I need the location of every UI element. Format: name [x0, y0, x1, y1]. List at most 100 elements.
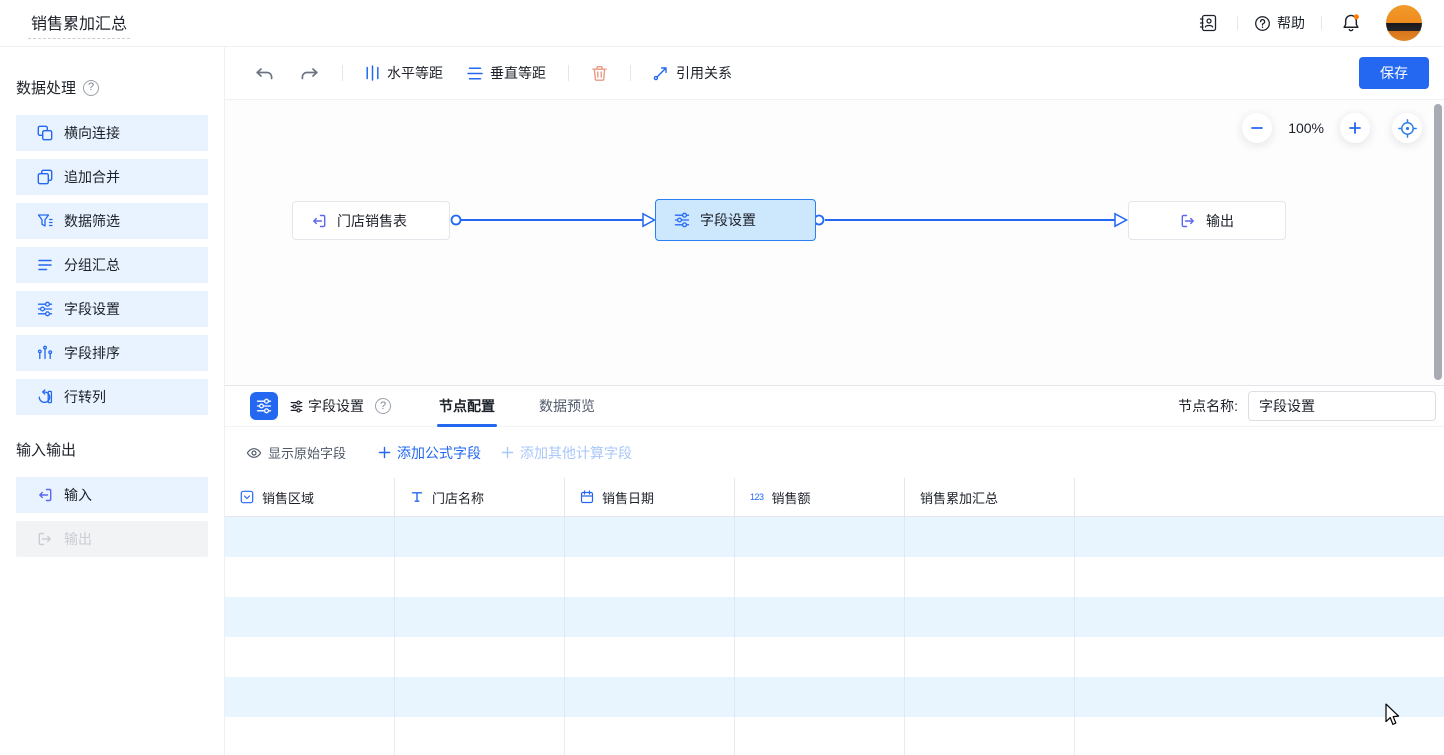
table-cell [1075, 597, 1444, 637]
table-cell [1075, 677, 1444, 717]
redo-button[interactable] [293, 61, 326, 86]
sidebar-item-group-summary[interactable]: 分组汇总 [16, 247, 208, 283]
horizontal-space-button[interactable]: 水平等距 [359, 59, 449, 87]
field-settings-icon [37, 301, 53, 317]
table-cell [735, 677, 905, 717]
node-field-settings[interactable]: 字段设置 [655, 199, 816, 241]
node-store-sales-table[interactable]: 门店销售表 [292, 201, 450, 240]
column-header-sales-date[interactable]: 销售日期 [565, 478, 735, 516]
join-icon [37, 125, 53, 141]
table-cell [395, 717, 565, 755]
table-cell [905, 557, 1075, 597]
table-cell [565, 597, 735, 637]
sidebar-item-row-to-column[interactable]: 行转列 [16, 379, 208, 415]
node-name-input[interactable] [1248, 391, 1436, 421]
help-icon [1254, 15, 1271, 32]
table-cell [905, 517, 1075, 557]
reference-relation-label: 引用关系 [676, 63, 732, 83]
edge-arrowhead [1115, 214, 1127, 226]
flow-canvas[interactable]: 门店销售表 字段设置 输出 [225, 100, 1444, 385]
help-button[interactable]: 帮助 [1254, 13, 1305, 33]
sidebar-item-append-merge[interactable]: 追加合并 [16, 159, 208, 195]
user-avatar[interactable] [1386, 5, 1422, 41]
column-header-sales-amount[interactable]: 123 销售额 [735, 478, 905, 516]
column-header-store-name[interactable]: 门店名称 [395, 478, 565, 516]
undo-icon [254, 65, 275, 82]
topbar-actions: 帮助 [1195, 5, 1422, 41]
vertical-space-label: 垂直等距 [490, 63, 546, 83]
table-cell [735, 597, 905, 637]
table-header-row: 销售区域 门店名称 [225, 478, 1444, 517]
column-header-sales-cumulative[interactable]: 销售累加汇总 [905, 478, 1075, 516]
plus-icon [501, 446, 514, 459]
contacts-button[interactable] [1195, 10, 1221, 36]
eye-icon [246, 445, 262, 461]
document-title[interactable]: 销售累加汇总 [28, 8, 130, 39]
column-label: 销售额 [772, 488, 811, 507]
table-cell [905, 677, 1075, 717]
node-type-title: 字段设置 ? [290, 396, 391, 416]
table-cell [905, 597, 1075, 637]
table-cell [395, 517, 565, 557]
field-settings-icon [674, 212, 690, 228]
table-cell [395, 557, 565, 597]
topbar: 销售累加汇总 帮助 [0, 0, 1444, 47]
sidebar-item-join[interactable]: 横向连接 [16, 115, 208, 151]
edge-arrowhead [643, 214, 655, 226]
sidebar-item-label: 数据筛选 [64, 211, 120, 231]
output-port[interactable] [452, 216, 461, 225]
node-output[interactable]: 输出 [1128, 201, 1286, 240]
mini-field-settings-icon [290, 400, 303, 413]
table-cell [1075, 717, 1444, 755]
reference-relation-button[interactable]: 引用关系 [647, 59, 738, 87]
sidebar-item-output: 输出 [16, 521, 208, 557]
table-row [225, 717, 1444, 755]
section-title-label: 输入输出 [16, 439, 76, 460]
sidebar-item-field-sort[interactable]: 字段排序 [16, 335, 208, 371]
column-label: 销售区域 [262, 488, 314, 507]
number-type-icon: 123 [750, 492, 764, 502]
panel-help-icon[interactable]: ? [375, 398, 391, 414]
sidebar-item-field-settings[interactable]: 字段设置 [16, 291, 208, 327]
filter-icon [37, 213, 53, 229]
panel-tabs: 节点配置 数据预览 [437, 386, 637, 427]
date-type-icon [580, 490, 594, 504]
tab-node-config[interactable]: 节点配置 [437, 386, 497, 427]
section-help-icon[interactable]: ? [83, 80, 99, 96]
sidebar-section-title: 数据处理 ? [16, 77, 208, 98]
notifications-button[interactable] [1338, 10, 1364, 36]
save-button[interactable]: 保存 [1359, 57, 1429, 89]
sidebar-item-input[interactable]: 输入 [16, 477, 208, 513]
zoom-out-button[interactable] [1242, 113, 1272, 143]
zoom-in-button[interactable] [1340, 113, 1370, 143]
sidebar-item-label: 横向连接 [64, 123, 120, 143]
section-title-label: 数据处理 [16, 77, 76, 98]
sidebar-item-label: 输入 [64, 485, 92, 505]
table-row [225, 677, 1444, 717]
node-name-group: 节点名称: [1178, 391, 1436, 421]
plus-icon [1348, 121, 1362, 135]
vertical-scrollbar[interactable] [1434, 104, 1442, 380]
field-sort-icon [37, 345, 53, 361]
show-original-fields-button[interactable]: 显示原始字段 [246, 443, 346, 462]
tab-data-preview[interactable]: 数据预览 [537, 386, 597, 427]
zoom-controls: 100% [1242, 113, 1422, 143]
panel-header: 字段设置 ? 节点配置 数据预览 节点名称: [225, 386, 1444, 427]
column-header-sales-region[interactable]: 销售区域 [225, 478, 395, 516]
node-type-label: 字段设置 [308, 396, 364, 416]
vertical-space-button[interactable]: 垂直等距 [461, 59, 552, 87]
topbar-divider [1321, 16, 1322, 30]
delete-button[interactable] [585, 61, 614, 86]
add-formula-field-label: 添加公式字段 [397, 443, 481, 463]
add-formula-field-button[interactable]: 添加公式字段 [378, 443, 481, 463]
main-area: 水平等距 垂直等距 [225, 47, 1444, 755]
undo-button[interactable] [248, 61, 281, 86]
sidebar-item-label: 输出 [64, 529, 92, 549]
sidebar: 数据处理 ? 横向连接 追加合并 [0, 47, 225, 755]
vertical-space-icon [467, 66, 483, 81]
trash-icon [591, 65, 608, 82]
sidebar-item-label: 分组汇总 [64, 255, 120, 275]
fit-view-button[interactable] [1392, 113, 1422, 143]
sidebar-item-filter[interactable]: 数据筛选 [16, 203, 208, 239]
table-cell [225, 717, 395, 755]
